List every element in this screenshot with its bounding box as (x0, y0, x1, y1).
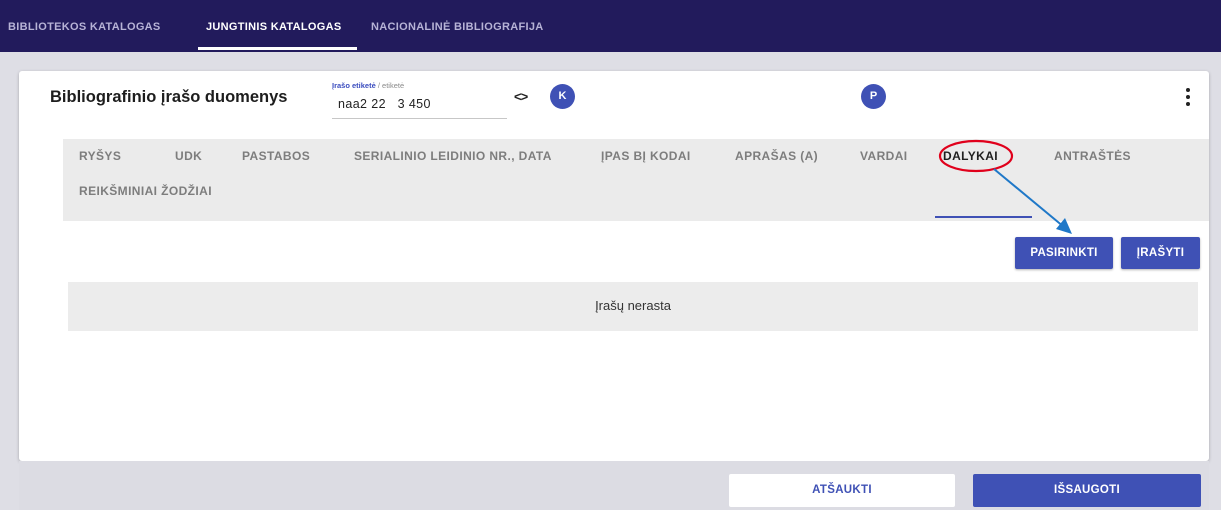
record-label-caption-main: Įrašo etiketė (332, 81, 376, 90)
tab-antrastes[interactable]: ANTRAŠTĖS (1054, 149, 1131, 163)
tab-active-indicator (935, 216, 1032, 218)
avatar-p[interactable]: P (861, 84, 886, 109)
save-button[interactable]: IŠSAUGOTI (973, 474, 1201, 507)
nav-union-catalog[interactable]: JUNGTINIS KATALOGAS (206, 21, 341, 33)
tab-rysys[interactable]: RYŠYS (79, 149, 121, 163)
page-title: Bibliografinio įrašo duomenys (50, 88, 288, 106)
empty-state-text: Įrašų nerasta (595, 298, 671, 313)
code-view-icon[interactable]: <> (514, 89, 528, 104)
tab-serialinio-leidinio[interactable]: SERIALINIO LEIDINIO NR., DATA (354, 149, 552, 163)
cancel-button[interactable]: ATŠAUKTI (729, 474, 955, 507)
tab-pastabos[interactable]: PASTABOS (242, 149, 310, 163)
tab-udk[interactable]: UDK (175, 149, 202, 163)
tab-dalykai[interactable]: DALYKAI (943, 149, 998, 163)
nav-library-catalog[interactable]: BIBLIOTEKOS KATALOGAS (8, 21, 161, 33)
select-button[interactable]: PASIRINKTI (1015, 237, 1113, 269)
tab-aprasas[interactable]: APRAŠAS (A) (735, 149, 818, 163)
write-button[interactable]: ĮRAŠYTI (1121, 237, 1200, 269)
record-label-caption-alt: etiketė (382, 81, 405, 90)
more-options-icon[interactable] (1183, 87, 1193, 107)
nav-active-indicator (198, 47, 357, 50)
nav-national-bibliography[interactable]: NACIONALINĖ BIBLIOGRAFIJA (371, 21, 544, 33)
record-label-value[interactable]: naa2 22 3 450 (338, 97, 431, 111)
top-navigation: BIBLIOTEKOS KATALOGAS JUNGTINIS KATALOGA… (0, 0, 1221, 52)
tab-vardai[interactable]: VARDAI (860, 149, 908, 163)
record-card: Bibliografinio įrašo duomenys Įrašo etik… (19, 71, 1209, 461)
record-label-field[interactable]: Įrašo etiketė / etiketė naa2 22 3 450 (332, 81, 507, 119)
tab-reiksminiai-zodziai[interactable]: REIKŠMINIAI ŽODŽIAI (79, 184, 212, 198)
empty-state: Įrašų nerasta (68, 282, 1198, 331)
tab-bar: RYŠYS UDK PASTABOS SERIALINIO LEIDINIO N… (63, 139, 1209, 221)
record-label-caption: Įrašo etiketė / etiketė (332, 81, 404, 90)
tab-ipas-bi-kodai[interactable]: ĮPAS BĮ KODAI (601, 149, 691, 163)
avatar-k[interactable]: K (550, 84, 575, 109)
